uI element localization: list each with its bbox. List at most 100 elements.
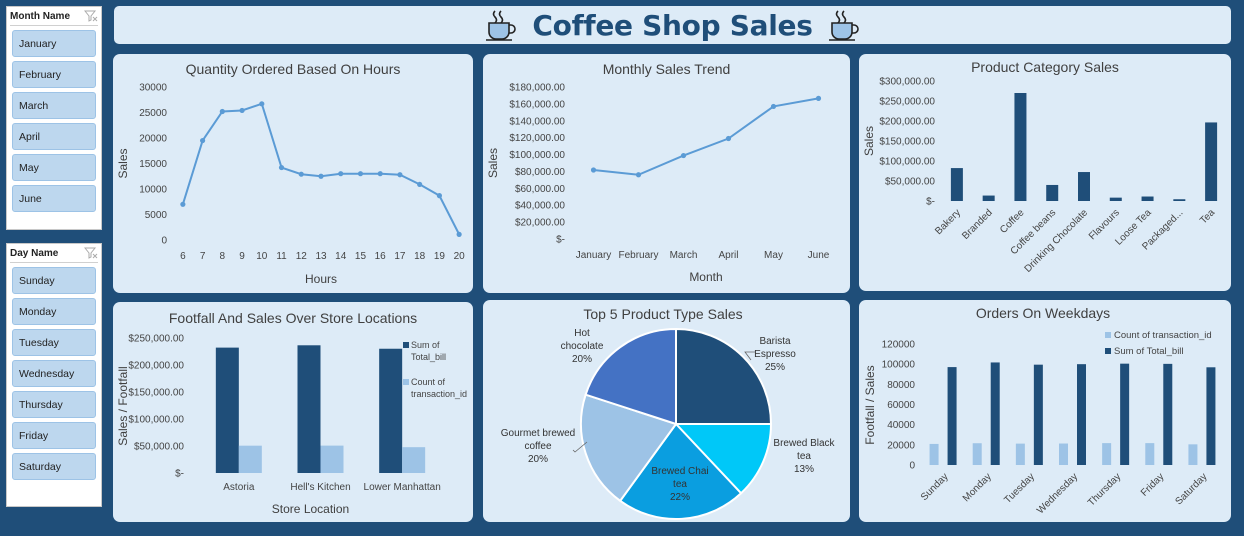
chart-title: Footfall And Sales Over Store Locations: [169, 310, 417, 326]
bar: [215, 347, 239, 473]
slicer-item-sunday[interactable]: Sunday: [12, 267, 96, 294]
x-tick-label: Coffee: [998, 207, 1027, 236]
x-tick-label: Tuesday: [1002, 471, 1037, 506]
data-point: [357, 171, 364, 177]
y-axis-label: Sales: [862, 126, 876, 156]
y-axis-label: Sales: [486, 148, 500, 178]
legend-label: Count of transaction_id: [1114, 330, 1212, 341]
weekdays-chart-card: Orders On Weekdays 0 20000 40000 60000 80000 1…: [859, 300, 1231, 522]
data-point: [436, 193, 442, 199]
x-tick-label: Branded: [960, 207, 995, 242]
x-tick-label: 16: [375, 251, 387, 262]
x-tick-label: 8: [220, 251, 226, 262]
category-chart-card: Product Category Sales $- $50,000.00 $100,0…: [859, 54, 1231, 291]
data-point: [318, 173, 324, 179]
y-tick-label: 120000: [882, 340, 916, 351]
slice-label: tea: [797, 451, 811, 462]
series-line: [593, 97, 819, 176]
y-tick-label: 20000: [139, 134, 167, 145]
data-point: [680, 152, 687, 159]
y-tick-label: $150,000.00: [879, 137, 935, 148]
y-tick-label: $100,000.00: [128, 415, 184, 426]
data-point: [278, 164, 285, 171]
legend-label: Sum of: [411, 340, 440, 350]
slice-label: 20%: [572, 354, 592, 365]
x-tick-label: 15: [355, 251, 367, 262]
y-tick-label: $200,000.00: [879, 117, 935, 128]
y-tick-label: $140,000.00: [509, 116, 565, 127]
bar: [950, 168, 963, 201]
bar: [1059, 443, 1068, 465]
legend-swatch: [1105, 348, 1111, 354]
bar: [929, 443, 939, 465]
slice-label: chocolate: [561, 341, 604, 352]
slice-label: tea: [673, 479, 687, 490]
day-slicer-header: Day Name: [10, 244, 98, 263]
x-tick-label: March: [670, 250, 698, 261]
slicer-item-thursday[interactable]: Thursday: [12, 391, 96, 418]
chart-title: Orders On Weekdays: [976, 305, 1110, 321]
data-point: [298, 171, 304, 177]
month-slicer-title: Month Name: [10, 10, 70, 22]
bar: [1163, 363, 1173, 465]
y-tick-label: 100000: [882, 360, 916, 371]
x-tick-label: 7: [200, 251, 206, 262]
y-tick-label: $100,000.00: [509, 150, 565, 161]
bar: [320, 445, 344, 473]
slicer-item-february[interactable]: February: [12, 61, 96, 88]
chart-title: Monthly Sales Trend: [603, 61, 731, 77]
bar: [1078, 172, 1090, 201]
x-tick-label: April: [718, 250, 738, 261]
chart-title: Top 5 Product Type Sales: [583, 306, 742, 322]
x-tick-label: Tea: [1198, 207, 1217, 226]
y-tick-label: $-: [175, 469, 184, 480]
slicer-item-monday[interactable]: Monday: [12, 298, 96, 325]
y-tick-label: $300,000.00: [879, 77, 935, 88]
slice-label: 20%: [528, 454, 548, 465]
slicer-item-june[interactable]: June: [12, 185, 96, 212]
slicer-item-saturday[interactable]: Saturday: [12, 453, 96, 480]
slicer-item-april[interactable]: April: [12, 123, 96, 150]
footfall-bar-chart: Footfall And Sales Over Store Locations $…: [116, 310, 467, 516]
x-tick-label: Astoria: [223, 482, 255, 493]
bar: [402, 447, 426, 473]
slicer-item-january[interactable]: January: [12, 30, 96, 57]
slicer-item-tuesday[interactable]: Tuesday: [12, 329, 96, 356]
footfall-chart-card: Footfall And Sales Over Store Locations $…: [113, 302, 473, 522]
slicer-item-friday[interactable]: Friday: [12, 422, 96, 449]
clear-filter-icon[interactable]: [84, 247, 98, 259]
legend-label: Total_bill: [411, 352, 446, 362]
bar: [1046, 184, 1059, 201]
data-point: [338, 171, 344, 177]
slice-label: 13%: [794, 464, 814, 475]
data-point: [635, 172, 642, 178]
slice-label: 25%: [765, 362, 785, 373]
data-point: [590, 167, 597, 173]
y-tick-label: $20,000.00: [515, 218, 565, 229]
x-tick-label: 13: [315, 251, 327, 262]
slice-label: Espresso: [754, 349, 796, 360]
bar: [1102, 443, 1112, 465]
x-tick-label: June: [808, 250, 830, 261]
bar: [1141, 196, 1154, 201]
slicer-item-wednesday[interactable]: Wednesday: [12, 360, 96, 387]
coffee-cup-icon: [486, 10, 517, 41]
category-bar-chart: Product Category Sales $- $50,000.00 $100,0…: [862, 59, 1218, 275]
slicer-item-may[interactable]: May: [12, 154, 96, 181]
y-tick-label: $200,000.00: [128, 361, 184, 372]
bar: [1014, 93, 1027, 201]
dashboard-banner: Coffee Shop Sales: [114, 6, 1231, 44]
x-tick-label: Wednesday: [1035, 471, 1080, 516]
bar: [982, 195, 995, 201]
y-tick-label: $-: [926, 197, 935, 208]
x-tick-label: 11: [276, 251, 287, 262]
y-tick-label: $250,000.00: [128, 334, 184, 345]
x-tick-label: Bakery: [933, 207, 963, 237]
slicer-item-march[interactable]: March: [12, 92, 96, 119]
legend-label: Count of: [411, 377, 446, 387]
clear-filter-icon[interactable]: [84, 10, 98, 22]
x-tick-label: Friday: [1139, 471, 1166, 498]
top5-pie-chart: Top 5 Product Type Sales Barista Espresso 2…: [501, 306, 836, 520]
y-tick-label: $250,000.00: [879, 97, 935, 108]
y-tick-label: $160,000.00: [509, 99, 565, 110]
